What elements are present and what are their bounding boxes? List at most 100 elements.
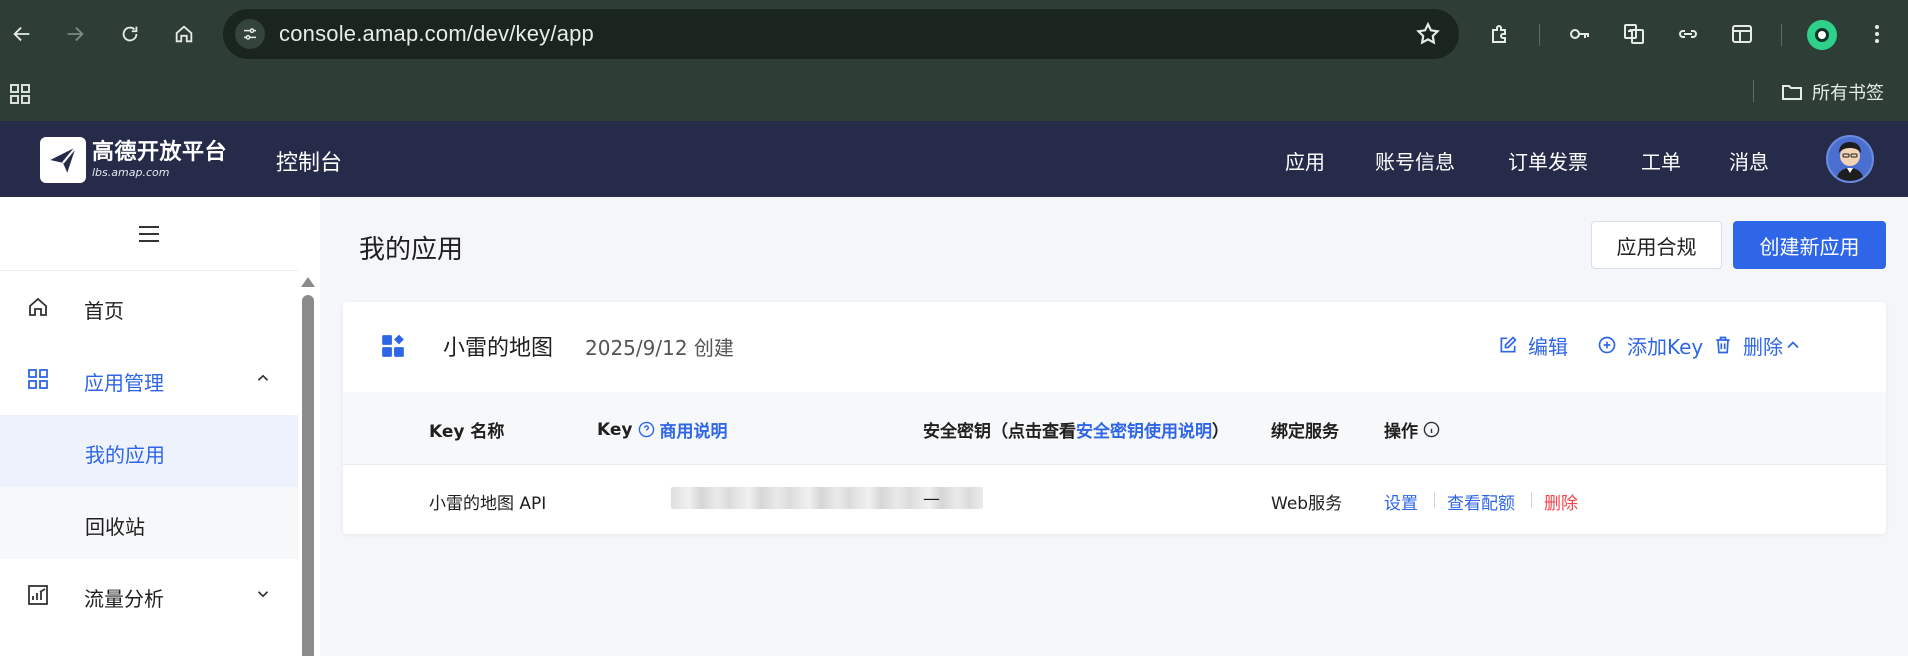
scroll-thumb[interactable] [302,295,314,656]
user-avatar[interactable] [1826,135,1874,183]
col-secret: 安全密钥（点击查看 安全密钥使用说明 ） [923,417,1229,442]
amap-logo-icon [40,137,86,183]
secret-cell: — [923,489,940,509]
translate-icon[interactable] [1617,17,1651,51]
key-settings-link[interactable]: 设置 [1384,489,1418,514]
page-title: 我的应用 [359,235,464,265]
sidebar-item-label: 我的应用 [85,443,165,467]
info-icon[interactable] [1423,421,1440,438]
address-bar[interactable]: console.amap.com/dev/key/app [223,9,1459,59]
chevron-down-icon [257,591,269,598]
folder-icon [1782,85,1802,100]
sidebar-item-my-apps[interactable]: 我的应用 [0,415,298,487]
col-service: 绑定服务 [1271,417,1339,442]
app-card-header: 小雷的地图 2025/9/12 创建 编辑 添加Key 删除 [343,302,1886,392]
action-divider [1434,492,1435,508]
sidebar-collapse-toggle[interactable] [0,197,298,271]
all-bookmarks-folder[interactable]: 所有书签 [1780,78,1884,106]
app-name: 小雷的地图 [443,336,554,361]
sidebar-item-label: 流量分析 [84,587,164,611]
sidebar-item-traffic-analysis[interactable]: 流量分析 [0,559,298,631]
app-compliance-button[interactable]: 应用合规 [1591,221,1722,269]
sidebar-scrollbar[interactable] [301,277,315,656]
edit-app-button[interactable]: 编辑 [1498,331,1568,359]
table-row: 小雷的地图 API — Web服务 设置 查看配额 删除 [343,465,1886,534]
secret-usage-link[interactable]: 安全密钥使用说明 [1076,417,1212,442]
hamburger-icon [139,225,159,242]
delete-app-button[interactable]: 删除 [1713,331,1783,359]
trash-icon [1716,336,1730,354]
edit-icon [1500,336,1517,353]
amap-logo[interactable]: 高德开放平台 lbs.amap.com [40,137,227,183]
app-created-date: 2025/9/12 创建 [585,336,734,360]
sidebar-item-recycle-bin[interactable]: 回收站 [0,487,298,559]
nav-messages[interactable]: 消息 [1729,146,1769,175]
main-content: 我的应用 应用合规 创建新应用 小雷的地图 2025/9/12 创建 编辑 添加… [320,197,1908,656]
action-divider [1531,492,1532,508]
profile-icon[interactable] [1807,20,1837,50]
edit-label: 编辑 [1528,334,1568,359]
chevron-up-icon[interactable] [1783,335,1803,355]
password-key-icon[interactable] [1563,17,1597,51]
all-bookmarks-label: 所有书签 [1812,83,1884,104]
view-quota-link[interactable]: 查看配额 [1447,489,1515,514]
sidebar: 首页 应用管理 我的应用 回收站 流量分析 [0,197,320,656]
bookmark-star-icon[interactable] [1415,21,1441,47]
chevron-up-icon [257,374,269,381]
sidebar-item-app-management[interactable]: 应用管理 [0,343,298,415]
apps-grid-icon[interactable] [8,82,32,106]
logo-text: 高德开放平台 lbs.amap.com [92,140,227,180]
nav-orders-invoices[interactable]: 订单发票 [1508,146,1588,175]
col-secret-suffix: ） [1212,422,1229,442]
site-info-icon[interactable] [235,19,265,49]
col-ops: 操作 [1384,417,1440,442]
delete-label: 删除 [1743,334,1783,359]
chart-icon [28,585,48,605]
sidebar-item-label: 首页 [84,299,124,323]
forward-icon[interactable] [58,17,92,51]
url-text[interactable]: console.amap.com/dev/key/app [279,21,594,47]
nav-apps[interactable]: 应用 [1285,146,1325,175]
app-widgets-icon [382,334,404,357]
logo-name: 高德开放平台 [92,140,228,165]
sidebar-item-label: 应用管理 [84,371,164,395]
key-name-cell: 小雷的地图 API [429,494,547,514]
add-key-label: 添加Key [1627,334,1704,359]
back-icon[interactable] [5,17,39,51]
plus-circle-icon [1598,336,1616,354]
col-key-label: Key [597,419,633,440]
add-key-button[interactable]: 添加Key [1597,331,1703,359]
keys-table-header: Key 名称 Key 商用说明 安全密钥（点击查看 安全密钥使用说明 ） 绑定服… [343,392,1886,465]
console-title[interactable]: 控制台 [276,145,342,177]
browser-chrome: console.amap.com/dev/key/app 所有书签 [0,0,1908,121]
grid-icon [28,369,48,389]
scroll-up-arrow[interactable] [301,277,315,287]
col-service-label: 绑定服务 [1271,422,1339,442]
commercial-note-link[interactable]: 商用说明 [660,417,728,442]
toolbar-divider [1539,24,1540,46]
sidebar-item-home[interactable]: 首页 [0,271,298,343]
col-ops-label: 操作 [1384,422,1418,442]
service-cell: Web服务 [1271,494,1343,514]
menu-dots-icon[interactable] [1860,17,1894,51]
col-key-name-label: Key 名称 [429,422,505,442]
browser-toolbar: console.amap.com/dev/key/app [0,0,1908,70]
delete-key-link[interactable]: 删除 [1544,489,1578,514]
logo-domain: lbs.amap.com [92,166,170,179]
toolbar-divider [1781,24,1782,46]
extensions-icon[interactable] [1483,17,1517,51]
bookmarks-bar: 所有书签 [0,70,1908,121]
nav-tickets[interactable]: 工单 [1641,146,1681,175]
home-icon[interactable] [167,17,201,51]
side-panel-icon[interactable] [1725,17,1759,51]
home-icon [29,297,47,316]
create-app-button[interactable]: 创建新应用 [1733,221,1886,269]
app-header: 高德开放平台 lbs.amap.com 控制台 应用 账号信息 订单发票 工单 … [0,121,1908,197]
reload-icon[interactable] [113,17,147,51]
app-card: 小雷的地图 2025/9/12 创建 编辑 添加Key 删除 Key 名称 Ke… [343,302,1886,534]
sidebar-item-label: 回收站 [85,515,145,539]
col-secret-prefix: 安全密钥（点击查看 [923,422,1076,442]
col-key-name: Key 名称 [429,417,504,442]
nav-account-info[interactable]: 账号信息 [1375,146,1455,175]
link-icon[interactable] [1671,17,1705,51]
